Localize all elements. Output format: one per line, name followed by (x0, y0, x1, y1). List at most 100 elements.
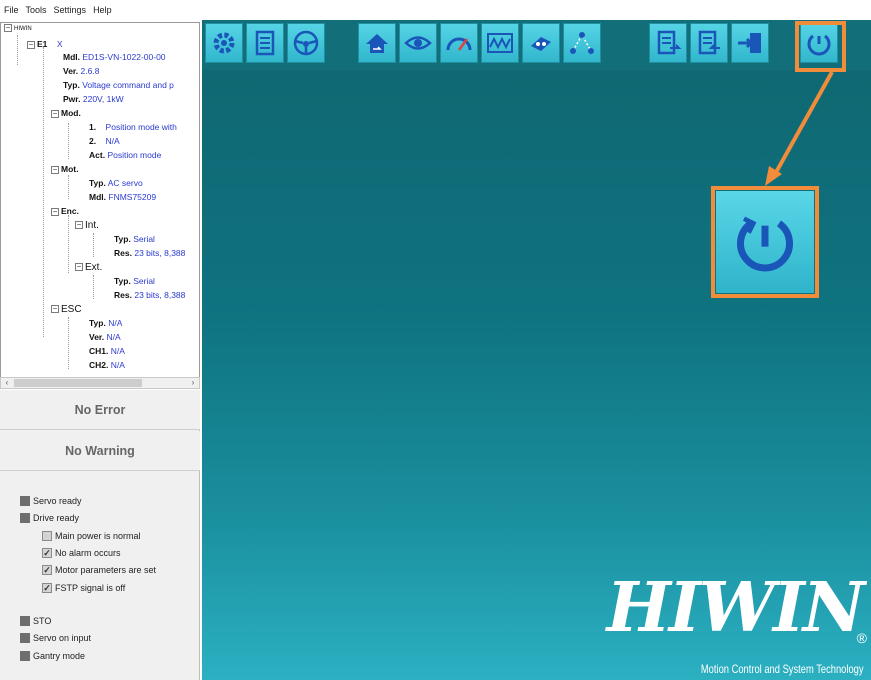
scrollbar-thumb[interactable] (14, 379, 142, 387)
power-reset-icon (737, 216, 793, 272)
brand-tagline: Motion Control and System Technology (701, 662, 864, 676)
menu-file[interactable]: File (4, 5, 19, 15)
collapse-toggle-icon[interactable]: − (75, 221, 83, 230)
document-list-button[interactable] (246, 23, 284, 63)
transfer-icon (738, 33, 761, 53)
motor-params-indicator: ✓ Motor parameters are set (42, 565, 157, 575)
speed-button[interactable] (440, 23, 478, 63)
fstp-indicator: ✓ FSTP signal is off (42, 583, 126, 593)
menu-help[interactable]: Help (93, 5, 112, 15)
gantry-mode-indicator: Gantry mode (20, 651, 85, 661)
servo-on-input-indicator: Servo on input (20, 633, 91, 643)
servo-ready-indicator: Servo ready (20, 496, 82, 506)
tree-item-int-resolution[interactable]: Res. 23 bits, 8,388 (114, 248, 185, 259)
tree-root[interactable]: − HIWIN (4, 24, 32, 35)
registered-mark: ® (856, 630, 867, 646)
collapse-toggle-icon[interactable]: − (51, 109, 59, 118)
collapse-toggle-icon[interactable]: − (51, 207, 59, 216)
tree-line (68, 317, 69, 369)
unchecked-box-icon (42, 531, 52, 541)
tree-item-esc-ch1[interactable]: CH1. N/A (89, 346, 125, 357)
drive-ready-indicator: Drive ready (20, 513, 79, 523)
tree-internal-encoder-node[interactable]: − Int. (75, 220, 99, 231)
import-doc-icon (698, 30, 720, 55)
home-button[interactable] (358, 23, 396, 63)
scroll-left-icon[interactable]: ‹ (1, 378, 13, 388)
tree-item-version[interactable]: Ver. 2.6.8 (63, 66, 99, 77)
hiwin-app-window: File Tools Settings Help − HIWIN − E1 X Md… (0, 0, 871, 680)
tree-item-int-type[interactable]: Typ. Serial (114, 234, 155, 245)
tree-item-ext-type[interactable]: Typ. Serial (114, 276, 155, 287)
import-button[interactable] (690, 23, 728, 63)
checked-box-icon: ✓ (42, 565, 52, 575)
tree-line (93, 233, 94, 257)
pointer-arrow-icon (765, 71, 834, 186)
tree-horizontal-scrollbar[interactable]: ‹ › (0, 377, 200, 389)
tree-item-type[interactable]: Typ. Voltage command and p (63, 80, 174, 91)
tree-item-esc-version[interactable]: Ver. N/A (89, 332, 121, 343)
collapse-toggle-icon[interactable]: − (75, 263, 83, 272)
error-status: No Error (0, 390, 200, 430)
scroll-right-icon[interactable]: › (187, 378, 199, 388)
path-nodes-icon (570, 32, 594, 54)
tree-axis-node[interactable]: − E1 X (27, 39, 63, 50)
checked-box-icon: ✓ (42, 583, 52, 593)
device-tree[interactable]: − HIWIN − E1 X Mdl. ED1S-VN-1022-00-00 Ver… (0, 22, 200, 378)
status-panel: No Error No Warning Servo ready Drive re… (0, 390, 200, 680)
tree-item-mode-active[interactable]: Act. Position mode (89, 150, 161, 161)
collapse-toggle-icon[interactable]: − (4, 24, 12, 33)
tree-encoder-node[interactable]: − Enc. (51, 206, 79, 217)
no-alarm-indicator: ✓ No alarm occurs (42, 548, 121, 558)
highlight-frame-small (795, 21, 846, 72)
hiwin-logo: HIWIN (606, 568, 865, 648)
tree-item-mode-1[interactable]: 1. Position mode with (89, 122, 177, 133)
tree-line (68, 215, 69, 273)
tree-line (68, 123, 69, 159)
indicator-off-icon (20, 633, 30, 643)
export-button[interactable] (649, 23, 687, 63)
tree-item-ext-resolution[interactable]: Res. 23 bits, 8,388 (114, 290, 185, 301)
menu-settings[interactable]: Settings (54, 5, 87, 15)
collapse-toggle-icon[interactable]: − (51, 305, 59, 314)
transfer-button[interactable] (731, 23, 769, 63)
eye-icon (404, 36, 432, 50)
indicator-off-icon (20, 616, 30, 626)
tree-esc-node[interactable]: − ESC (51, 304, 82, 315)
warning-status: No Warning (0, 431, 200, 471)
collapse-toggle-icon[interactable]: − (27, 40, 35, 49)
tree-line (68, 175, 69, 199)
tree-item-esc-type[interactable]: Typ. N/A (89, 318, 122, 329)
menu-bar: File Tools Settings Help (0, 0, 871, 20)
tuning-button[interactable] (522, 23, 560, 63)
sto-indicator: STO (20, 616, 51, 626)
tree-item-model[interactable]: Mdl. ED1S-VN-1022-00-00 (63, 52, 166, 63)
wrench-gear-button[interactable] (205, 23, 243, 63)
speedometer-icon (446, 37, 472, 51)
document-list-icon (255, 30, 275, 56)
steering-wheel-icon (293, 30, 319, 56)
scope-wave-icon (487, 33, 513, 53)
tree-item-mode-2[interactable]: 2. N/A (89, 136, 120, 147)
wrench-gear-icon (213, 32, 235, 54)
monitor-button[interactable] (399, 23, 437, 63)
home-arrow-icon (366, 34, 388, 53)
tree-mode-node[interactable]: − Mod. (51, 108, 81, 119)
path-button[interactable] (563, 23, 601, 63)
main-power-indicator: Main power is normal (42, 531, 141, 541)
collapse-toggle-icon[interactable]: − (51, 165, 59, 174)
tree-item-motor-type[interactable]: Typ. AC servo (89, 178, 143, 189)
tree-external-encoder-node[interactable]: − Ext. (75, 262, 102, 273)
indicator-off-icon (20, 513, 30, 523)
tree-item-power[interactable]: Pwr. 220V, 1kW (63, 94, 124, 105)
tree-motor-node[interactable]: − Mot. (51, 164, 78, 175)
steering-wheel-button[interactable] (287, 23, 325, 63)
checked-box-icon: ✓ (42, 548, 52, 558)
export-doc-icon (657, 30, 682, 55)
menu-tools[interactable]: Tools (26, 5, 47, 15)
tuning-icon (531, 37, 551, 51)
tree-item-motor-model[interactable]: Mdl. FNMS75209 (89, 192, 156, 203)
scope-button[interactable] (481, 23, 519, 63)
tree-item-esc-ch2[interactable]: CH2. N/A (89, 360, 125, 371)
tree-line (93, 275, 94, 299)
main-toolbar (202, 20, 871, 70)
